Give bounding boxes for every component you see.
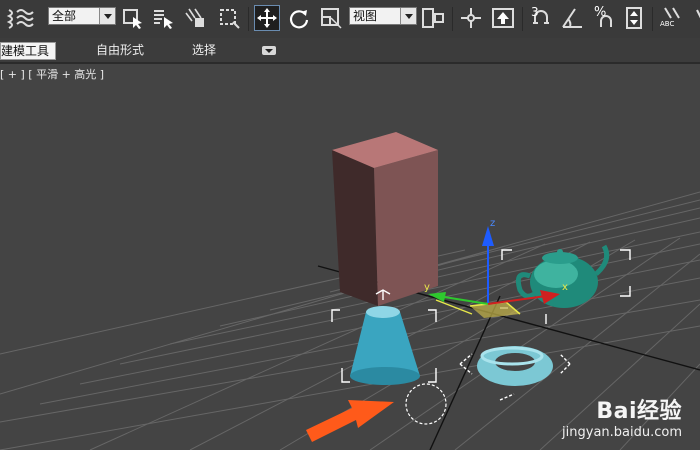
baidu-jingyan-watermark: Bai经验 jingyan.baidu.com: [562, 393, 682, 440]
selection-filter-value: 全部: [52, 9, 77, 23]
select-region-icon[interactable]: [216, 5, 242, 31]
pointer-arrow-icon: [306, 400, 394, 442]
chevron-down-icon: [99, 8, 115, 24]
toolbar-separator: [452, 7, 453, 31]
select-by-name-icon[interactable]: [150, 5, 176, 31]
sphere-outline[interactable]: [405, 383, 447, 425]
manipulate-icon[interactable]: [458, 5, 484, 31]
bind-space-warp-icon[interactable]: [14, 5, 40, 31]
keyboard-shortcut-override-icon[interactable]: [490, 5, 516, 31]
watermark-logo: Bai经验: [596, 399, 682, 424]
gizmo-y-label: y: [424, 282, 430, 293]
mirror-icon[interactable]: [688, 5, 700, 31]
tab-selection[interactable]: 选择: [192, 42, 216, 58]
spinner-snap-icon[interactable]: [622, 5, 648, 31]
reference-coordinate-dropdown[interactable]: 视图: [349, 7, 417, 25]
select-and-move-icon[interactable]: [254, 5, 280, 31]
viewport-label[interactable]: [ + ] [ 平滑 + 高光 ]: [0, 66, 104, 82]
window-crossing-icon[interactable]: [182, 5, 208, 31]
toolbar-separator: [248, 7, 249, 31]
ribbon-minimize-icon[interactable]: [262, 46, 276, 55]
select-object-icon[interactable]: [120, 5, 146, 31]
gizmo-x-label: x: [562, 282, 568, 293]
snap-dimension-label: 3: [531, 5, 539, 19]
chevron-down-icon: [400, 8, 416, 24]
gizmo-z-label: z: [490, 218, 495, 229]
ribbon-tabs-bar: 建模工具 自由形式 选择: [0, 38, 700, 64]
box-object[interactable]: [332, 132, 438, 306]
percent-snap-icon[interactable]: %: [592, 5, 618, 31]
toolbar-separator: [652, 7, 653, 31]
select-and-scale-icon[interactable]: [318, 5, 344, 31]
percent-snap-label: %: [594, 5, 607, 20]
tab-freeform[interactable]: 自由形式: [96, 42, 144, 58]
watermark-url: jingyan.baidu.com: [562, 425, 682, 440]
toolbar-separator: [522, 7, 523, 31]
edit-named-selection-icon[interactable]: ABC: [658, 5, 684, 31]
perspective-viewport[interactable]: z y x [ + ] [ 平滑 + 高光 ] Bai经验 jingyan.ba…: [0, 64, 700, 450]
select-and-rotate-icon[interactable]: [286, 5, 312, 31]
pivot-center-icon[interactable]: [420, 5, 446, 31]
tab-modeling-tools[interactable]: 建模工具: [0, 42, 57, 60]
main-toolbar: 全部 视图 3 % ABC: [0, 0, 700, 39]
reference-coordinate-value: 视图: [353, 9, 378, 23]
angle-snap-icon[interactable]: [560, 5, 586, 31]
snaps-toggle-icon[interactable]: 3: [528, 5, 554, 31]
torus-object[interactable]: [477, 346, 553, 386]
abc-label: ABC: [660, 20, 675, 28]
selection-filter-dropdown[interactable]: 全部: [48, 7, 116, 25]
